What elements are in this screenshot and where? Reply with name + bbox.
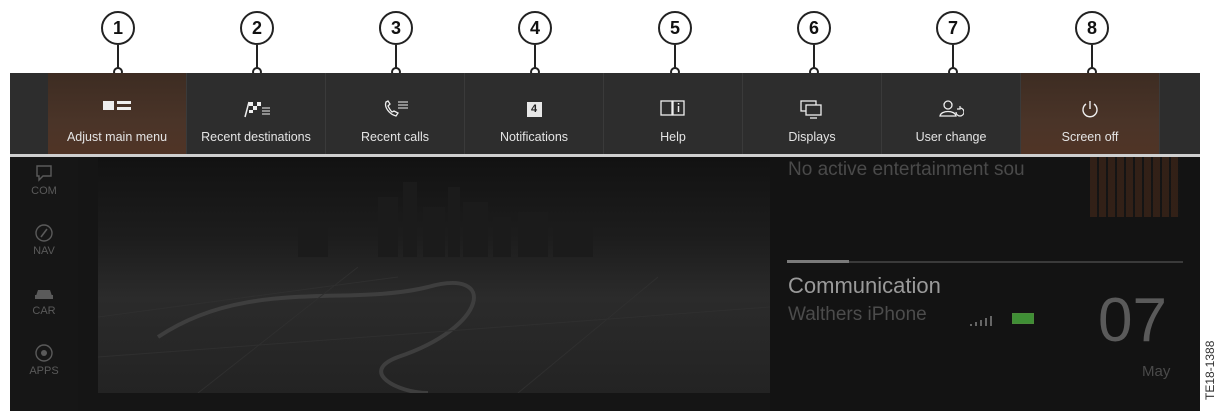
notification-count-badge: 4 xyxy=(526,102,542,117)
nav-icon xyxy=(10,223,78,245)
equalizer-graphic xyxy=(1090,157,1180,217)
entertainment-status[interactable]: No active entertainment sou xyxy=(788,159,1078,181)
sidebar-item-apps[interactable]: APPS xyxy=(10,343,78,377)
right-panel: No active entertainment sou Communicatio… xyxy=(770,157,1200,411)
apps-icon xyxy=(10,343,78,365)
callout-row: 1 2 3 4 5 6 7 8 xyxy=(0,0,1220,77)
callout-5: 5 xyxy=(605,11,745,77)
callout-4: 4 xyxy=(465,11,605,77)
sidebar-item-com[interactable]: COM xyxy=(10,163,78,197)
checkered-flag-icon xyxy=(187,99,325,121)
recent-destinations-button[interactable]: Recent destinations xyxy=(187,73,326,154)
user-change-button[interactable]: User change xyxy=(882,73,1021,154)
callout-2: 2 xyxy=(187,11,327,77)
sidebar: COM NAV CAR APPS xyxy=(10,157,78,411)
phone-list-icon xyxy=(326,99,464,121)
main-screen: COM NAV CAR APPS No active entertainment… xyxy=(10,157,1200,411)
adjust-menu-icon xyxy=(48,99,186,121)
help-button[interactable]: Help xyxy=(604,73,743,154)
signal-icon xyxy=(970,313,994,331)
callout-7: 7 xyxy=(883,11,1023,77)
battery-icon xyxy=(1012,313,1034,324)
phone-name: Walthers iPhone xyxy=(788,304,927,325)
help-book-icon xyxy=(604,99,742,121)
power-icon xyxy=(1021,99,1159,121)
screen-off-button[interactable]: Screen off xyxy=(1021,73,1160,154)
date-day: 07 xyxy=(1098,286,1167,355)
callout-8: 8 xyxy=(1022,11,1162,77)
callout-1: 1 xyxy=(48,11,188,77)
displays-icon xyxy=(743,99,881,121)
panel-separator-highlight xyxy=(787,260,849,263)
sidebar-item-car[interactable]: CAR xyxy=(10,283,78,317)
figure-id: TE18-1388 xyxy=(1203,340,1217,400)
navigation-map[interactable] xyxy=(97,157,771,395)
recent-calls-button[interactable]: Recent calls xyxy=(326,73,465,154)
options-menu-bar: Adjust main menu Recent destinations Rec… xyxy=(10,73,1200,163)
adjust-main-menu-button[interactable]: Adjust main menu xyxy=(48,73,187,154)
callout-6: 6 xyxy=(744,11,884,77)
communication-title[interactable]: Communication xyxy=(788,273,941,299)
notifications-button[interactable]: 4 Notifications xyxy=(465,73,604,154)
com-icon xyxy=(10,163,78,185)
user-change-icon xyxy=(882,99,1020,121)
sidebar-item-nav[interactable]: NAV xyxy=(10,223,78,257)
map-graphic xyxy=(97,182,771,395)
date-month: May xyxy=(1142,363,1171,380)
notification-count-icon: 4 xyxy=(465,99,603,121)
car-icon xyxy=(10,283,78,305)
callout-3: 3 xyxy=(326,11,466,77)
displays-button[interactable]: Displays xyxy=(743,73,882,154)
